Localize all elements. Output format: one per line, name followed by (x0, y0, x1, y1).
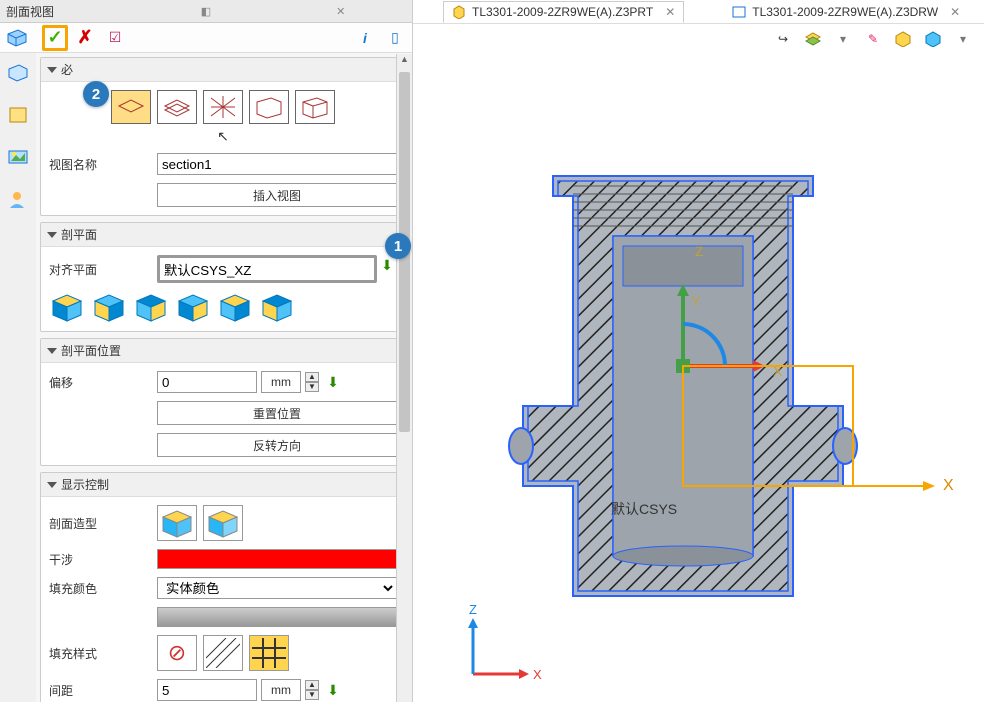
drawing-icon (732, 5, 746, 19)
panel-title: 剖面视图 (6, 3, 137, 20)
section-header-display[interactable]: 显示控制 (41, 473, 405, 497)
side-user-icon[interactable] (6, 187, 30, 211)
plane-type-2[interactable] (157, 90, 197, 124)
side-orient-icon[interactable] (6, 61, 30, 85)
panel-toolbar: ✓ ✗ ☑ i ▯ 2 (0, 23, 412, 53)
cube-3[interactable] (133, 291, 169, 323)
plane-type-5[interactable] (295, 90, 335, 124)
dropdown-1-icon[interactable]: ▾ (832, 28, 854, 50)
svg-text:Z: Z (695, 243, 704, 259)
part-icon (452, 5, 466, 19)
section-shape-1[interactable] (157, 505, 197, 541)
tab-drw[interactable]: TL3301-2009-2ZR9WE(A).Z3DRW ✕ (724, 1, 968, 23)
right-toolbar: ↪ ▾ ✎ ▾ (772, 28, 974, 50)
cancel-button[interactable]: ✗ (72, 25, 98, 51)
label-fill-color: 填充颜色 (49, 580, 149, 597)
scroll-up-icon[interactable]: ▲ (397, 54, 412, 70)
cube-orientation-row (49, 291, 397, 323)
help-button[interactable]: ▯ (382, 25, 408, 51)
panel-close-icon[interactable]: ✕ (275, 3, 406, 19)
svg-text:Z: Z (469, 602, 477, 617)
fill-style-hatch[interactable] (203, 635, 243, 671)
section-plane-position: 剖平面位置 偏移 mm ▲▼ ⬇ 重置位置 反转方向 (40, 338, 406, 466)
box-blue-icon[interactable] (922, 28, 944, 50)
side-image-icon[interactable] (6, 145, 30, 169)
cube-5[interactable] (217, 291, 253, 323)
cube-1[interactable] (49, 291, 85, 323)
label-align-plane: 对齐平面 (49, 261, 149, 278)
plane-type-4[interactable] (249, 90, 289, 124)
callout-2: 2 (83, 81, 109, 107)
section-display-control: 显示控制 剖面造型 干涉 填充颜色 实 (40, 472, 406, 702)
plane-type-1[interactable] (111, 90, 151, 124)
section-shape-2[interactable] (203, 505, 243, 541)
info-icon: i (363, 30, 367, 46)
label-interference: 干涉 (49, 551, 149, 568)
offset-unit[interactable]: mm (261, 371, 301, 393)
offset-down[interactable]: ▼ (305, 382, 319, 392)
panel-scrollbar-track[interactable]: ▲ (396, 54, 412, 702)
reset-position-button[interactable]: 重置位置 (157, 401, 397, 425)
section-plane: 剖平面 1 对齐平面 ⬇ (40, 222, 406, 332)
cube-6[interactable] (259, 291, 295, 323)
section-header-plane-pos[interactable]: 剖平面位置 (41, 339, 405, 363)
book-icon: ▯ (391, 29, 399, 46)
csys-label: 默认CSYS (611, 501, 677, 517)
plane-type-3[interactable] (203, 90, 243, 124)
model-canvas[interactable]: Z X Y X 默认CSYS X Z (413, 56, 984, 702)
label-view-name: 视图名称 (49, 156, 149, 173)
view-name-input[interactable] (157, 153, 397, 175)
label-offset: 偏移 (49, 374, 149, 391)
x-icon: ✗ (77, 27, 92, 48)
close-tab-prt[interactable]: ✕ (665, 5, 675, 19)
exit-icon[interactable]: ↪ (772, 28, 794, 50)
spacing-up[interactable]: ▲ (305, 680, 319, 690)
label-spacing: 间距 (49, 682, 149, 699)
preview-button[interactable]: ☑ (102, 25, 128, 51)
section-view-icon[interactable] (4, 25, 30, 51)
label-fill-style: 填充样式 (49, 645, 149, 662)
fill-style-none[interactable]: ⊘ (157, 635, 197, 671)
info-button[interactable]: i (352, 25, 378, 51)
fill-style-grid[interactable] (249, 635, 289, 671)
align-plane-input[interactable] (157, 255, 377, 283)
close-tab-drw[interactable]: ✕ (950, 5, 960, 19)
side-icon-bar (0, 53, 36, 702)
flip-direction-button[interactable]: 反转方向 (157, 433, 397, 457)
ok-button[interactable]: ✓ (42, 25, 68, 51)
cube-2[interactable] (91, 291, 127, 323)
box-yellow-icon[interactable] (892, 28, 914, 50)
fill-color-swatch[interactable] (157, 607, 397, 627)
label-section-shape: 剖面造型 (49, 515, 149, 532)
preview-check-icon: ☑ (109, 29, 122, 46)
insert-view-button[interactable]: 插入视图 (157, 183, 397, 207)
section-header-required[interactable]: 必 (41, 58, 405, 82)
eraser-icon[interactable]: ✎ (862, 28, 884, 50)
side-box-icon[interactable] (6, 103, 30, 127)
spacing-down[interactable]: ▼ (305, 690, 319, 700)
dropdown-2-icon[interactable]: ▾ (952, 28, 974, 50)
check-icon: ✓ (47, 27, 62, 48)
cube-4[interactable] (175, 291, 211, 323)
fill-color-select[interactable]: 实体颜色 (157, 577, 397, 599)
svg-text:X: X (533, 667, 542, 682)
spacing-pick-icon[interactable]: ⬇ (323, 680, 343, 700)
section-header-plane[interactable]: 剖平面 (41, 223, 405, 247)
svg-text:Y: Y (691, 293, 701, 309)
panel-collapse-icon[interactable]: ◧ (141, 3, 272, 19)
layers-icon[interactable] (802, 28, 824, 50)
offset-up[interactable]: ▲ (305, 372, 319, 382)
interference-color[interactable] (157, 549, 397, 569)
offset-pick-icon[interactable]: ⬇ (323, 372, 343, 392)
offset-input[interactable] (157, 371, 257, 393)
panel-title-bar: 剖面视图 ◧ ✕ (0, 0, 412, 23)
cursor-icon: ↖ (217, 128, 229, 145)
spacing-unit[interactable]: mm (261, 679, 301, 701)
tab-bar: TL3301-2009-2ZR9WE(A).Z3PRT ✕ TL3301-200… (413, 0, 984, 24)
tab-prt[interactable]: TL3301-2009-2ZR9WE(A).Z3PRT ✕ (443, 1, 684, 23)
spacing-input[interactable] (157, 679, 257, 701)
callout-1: 1 (385, 233, 411, 259)
axis-x-label: X (943, 477, 954, 494)
